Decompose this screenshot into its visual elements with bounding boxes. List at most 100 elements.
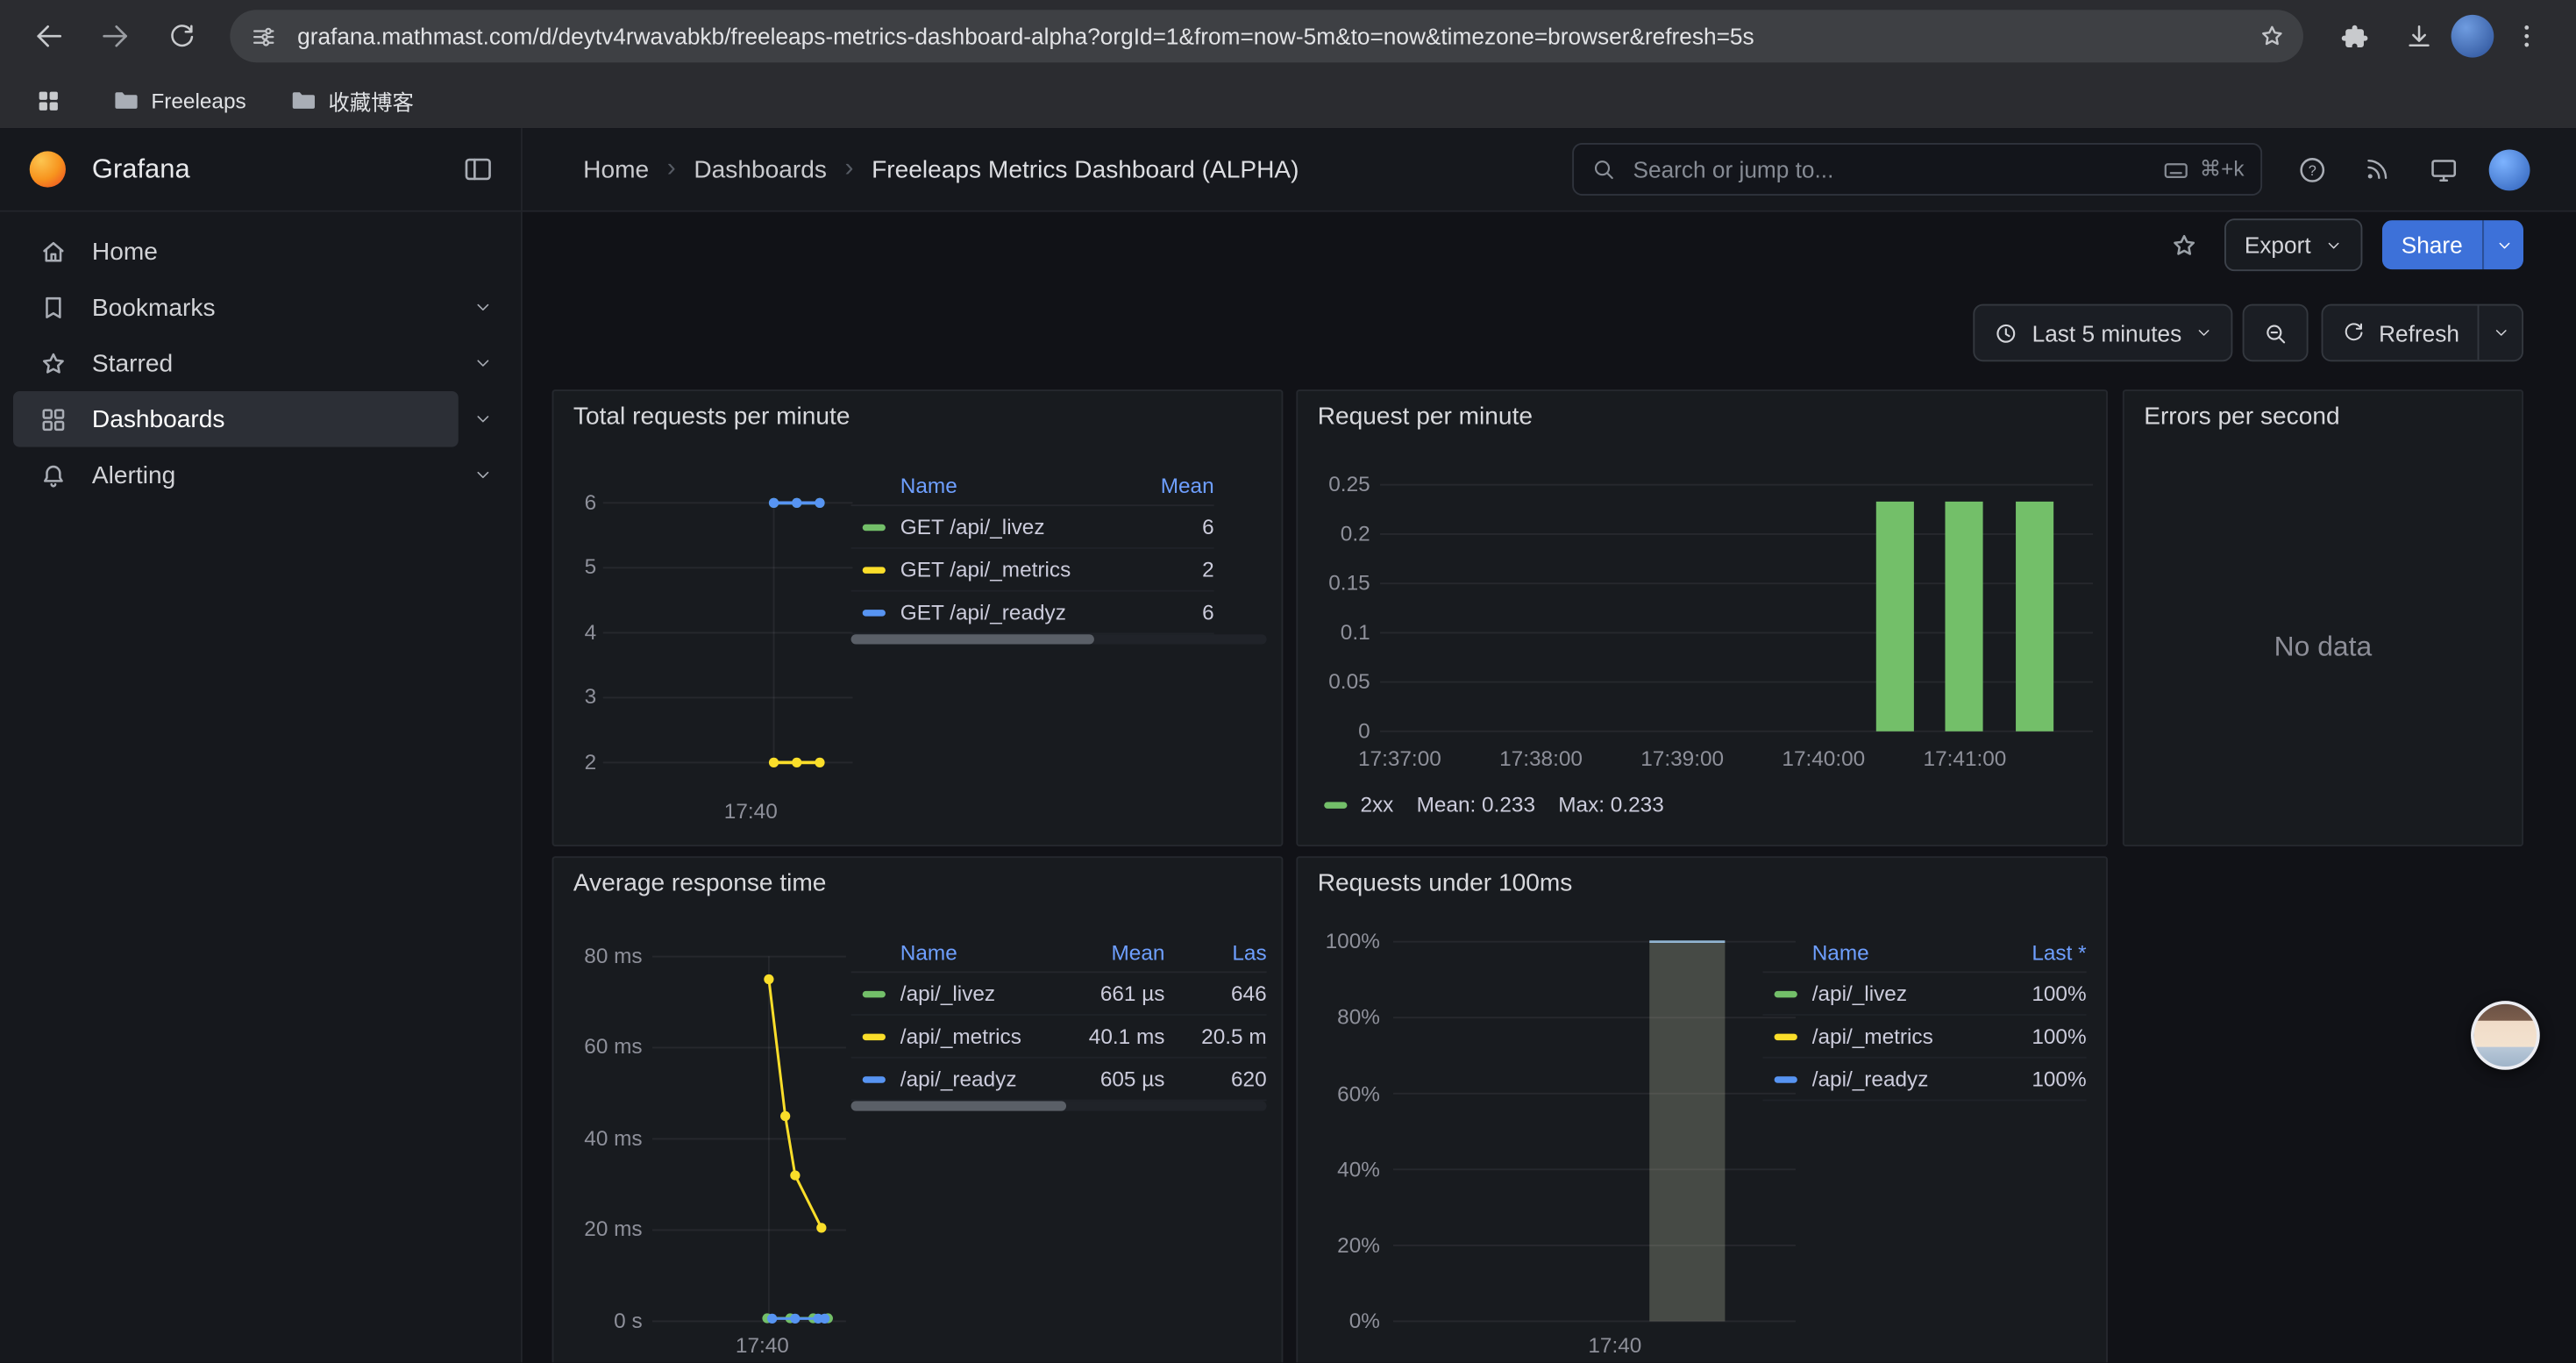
series-last: 620 <box>1164 1067 1266 1091</box>
search-bar[interactable]: ⌘+k <box>1572 143 2262 196</box>
refresh-interval-button[interactable] <box>2478 306 2523 360</box>
y-tick: 4 <box>560 621 596 644</box>
expand-dashboards-button[interactable] <box>459 391 508 447</box>
legend-col-name: Name <box>851 473 1116 497</box>
series-swatch <box>863 1075 886 1081</box>
series-name: /api/_readyz <box>900 1067 1066 1091</box>
legend-row[interactable]: GET /api/_livez 6 <box>851 506 1214 549</box>
legend-header[interactable]: Name Last * <box>1763 931 2087 973</box>
series-swatch <box>1324 801 1347 807</box>
refresh-split-button: Refresh <box>2322 304 2524 362</box>
time-range-picker[interactable]: Last 5 minutes <box>1973 304 2232 362</box>
expand-alerting-button[interactable] <box>459 447 508 503</box>
legend[interactable]: 2xx Mean: 0.233 Max: 0.233 <box>1324 792 1664 817</box>
apps-shortcut-button[interactable] <box>26 79 69 122</box>
breadcrumb-home[interactable]: Home <box>583 155 649 183</box>
share-menu-button[interactable] <box>2482 220 2523 269</box>
news-button[interactable] <box>2354 146 2400 192</box>
series-last: 100% <box>1997 981 2086 1006</box>
sidebar-item-label: Starred <box>92 349 173 377</box>
shortcut-label: ⌘+k <box>2200 156 2245 182</box>
url-input[interactable] <box>294 21 2240 51</box>
y-tick: 0.15 <box>1298 572 1370 595</box>
display-button[interactable] <box>2420 146 2466 192</box>
legend-row[interactable]: /api/_metrics 100% <box>1763 1016 2087 1059</box>
legend-scrollbar[interactable] <box>851 634 1267 644</box>
bar-chart[interactable] <box>1380 476 2093 734</box>
browser-profile-avatar[interactable] <box>2451 15 2494 58</box>
panel-request-per-minute[interactable]: Request per minute 0.25 0.2 0.15 0.1 0.0… <box>1296 389 2108 846</box>
svg-text:?: ? <box>2308 162 2316 178</box>
legend-header[interactable]: Name Mean <box>851 465 1214 506</box>
scrollbar-thumb[interactable] <box>851 1101 1066 1110</box>
share-button[interactable]: Share <box>2381 220 2482 269</box>
breadcrumb-current: Freeleaps Metrics Dashboard (ALPHA) <box>872 155 1299 183</box>
panel-avg-response-time[interactable]: Average response time 80 ms 60 ms 40 ms … <box>552 856 1284 1362</box>
series-swatch <box>1775 1075 1797 1081</box>
series-max: Max: 0.233 <box>1558 792 1664 817</box>
zoom-out-button[interactable] <box>2243 304 2309 362</box>
search-input[interactable] <box>1630 154 2162 184</box>
panel-requests-under-100ms[interactable]: Requests under 100ms 100% 80% 60% 40% 20… <box>1296 856 2108 1362</box>
breadcrumb-dashboards[interactable]: Dashboards <box>694 155 827 183</box>
forward-button[interactable] <box>94 15 137 58</box>
panel-total-requests[interactable]: Total requests per minute 6 5 4 3 2 17:4… <box>552 389 1284 846</box>
chevron-down-icon <box>2324 236 2343 254</box>
time-series-chart[interactable] <box>652 940 846 1335</box>
y-axis: 0.25 0.2 0.15 0.1 0.05 0 <box>1298 391 1370 753</box>
refresh-button[interactable]: Refresh <box>2323 306 2477 360</box>
app-header: Grafana Home › Dashboards › Freeleaps Me… <box>0 128 2576 212</box>
legend-col-mean: Mean <box>1066 939 1164 964</box>
bar-chart[interactable] <box>1393 927 1796 1330</box>
series-last: 100% <box>1997 1024 2086 1048</box>
dashboard-content: Export Share <box>523 212 2576 1363</box>
panel-errors-per-second[interactable]: Errors per second No data <box>2123 389 2523 846</box>
sidebar-link-home[interactable]: Home <box>13 224 508 280</box>
legend-header[interactable]: Name Mean Las <box>851 931 1267 973</box>
sidebar-link-alerting[interactable]: Alerting <box>13 447 459 503</box>
help-button[interactable]: ? <box>2288 146 2334 192</box>
downloads-button[interactable] <box>2397 15 2440 58</box>
toggle-sidebar-button[interactable] <box>462 153 495 185</box>
series-last: 20.5 m <box>1164 1024 1266 1048</box>
legend-row[interactable]: /api/_livez 100% <box>1763 973 2087 1016</box>
url-bar[interactable] <box>230 10 2303 62</box>
y-tick: 0 <box>1298 720 1370 743</box>
extensions-button[interactable] <box>2331 15 2374 58</box>
bookmark-folder-blog[interactable]: 收藏博客 <box>288 84 413 116</box>
reload-button[interactable] <box>160 15 203 58</box>
expand-starred-button[interactable] <box>459 335 508 391</box>
sidebar-item-starred: Starred <box>13 335 508 391</box>
favorite-dashboard-button[interactable] <box>2162 224 2205 267</box>
legend-row[interactable]: /api/_livez 661 µs 646 <box>851 973 1267 1016</box>
site-settings-icon[interactable] <box>250 22 278 50</box>
time-series-chart[interactable] <box>603 474 853 786</box>
back-button[interactable] <box>28 15 71 58</box>
floating-assistant-avatar[interactable] <box>2471 1001 2540 1070</box>
bookmark-label: 收藏博客 <box>328 84 413 116</box>
grafana-logo[interactable] <box>26 148 69 191</box>
apps-grid-icon <box>33 86 61 114</box>
export-button[interactable]: Export <box>2224 218 2361 271</box>
user-avatar[interactable] <box>2489 149 2530 190</box>
y-tick: 0.2 <box>1298 523 1370 546</box>
sidebar-link-dashboards[interactable]: Dashboards <box>13 391 459 447</box>
y-tick: 0.25 <box>1298 474 1370 496</box>
legend-row[interactable]: /api/_readyz 605 µs 620 <box>851 1059 1267 1102</box>
legend-row[interactable]: GET /api/_metrics 2 <box>851 549 1214 592</box>
bookmark-label: Freeleaps <box>151 88 246 112</box>
legend-row[interactable]: GET /api/_readyz 6 <box>851 592 1214 635</box>
browser-menu-button[interactable] <box>2505 15 2548 58</box>
legend-scrollbar[interactable] <box>851 1101 1267 1110</box>
bookmark-page-button[interactable] <box>2257 21 2287 51</box>
legend-row[interactable]: /api/_metrics 40.1 ms 20.5 m <box>851 1016 1267 1059</box>
sidebar-link-bookmarks[interactable]: Bookmarks <box>13 280 459 336</box>
legend-row[interactable]: /api/_readyz 100% <box>1763 1059 2087 1102</box>
sidebar-link-starred[interactable]: Starred <box>13 335 459 391</box>
series-name: /api/_metrics <box>900 1024 1066 1048</box>
bookmark-folder-freeleaps[interactable]: Freeleaps <box>111 86 246 114</box>
scrollbar-thumb[interactable] <box>851 634 1094 644</box>
expand-bookmarks-button[interactable] <box>459 280 508 336</box>
search-icon <box>1590 156 1617 182</box>
x-tick: 17:39:00 <box>1625 748 1740 771</box>
